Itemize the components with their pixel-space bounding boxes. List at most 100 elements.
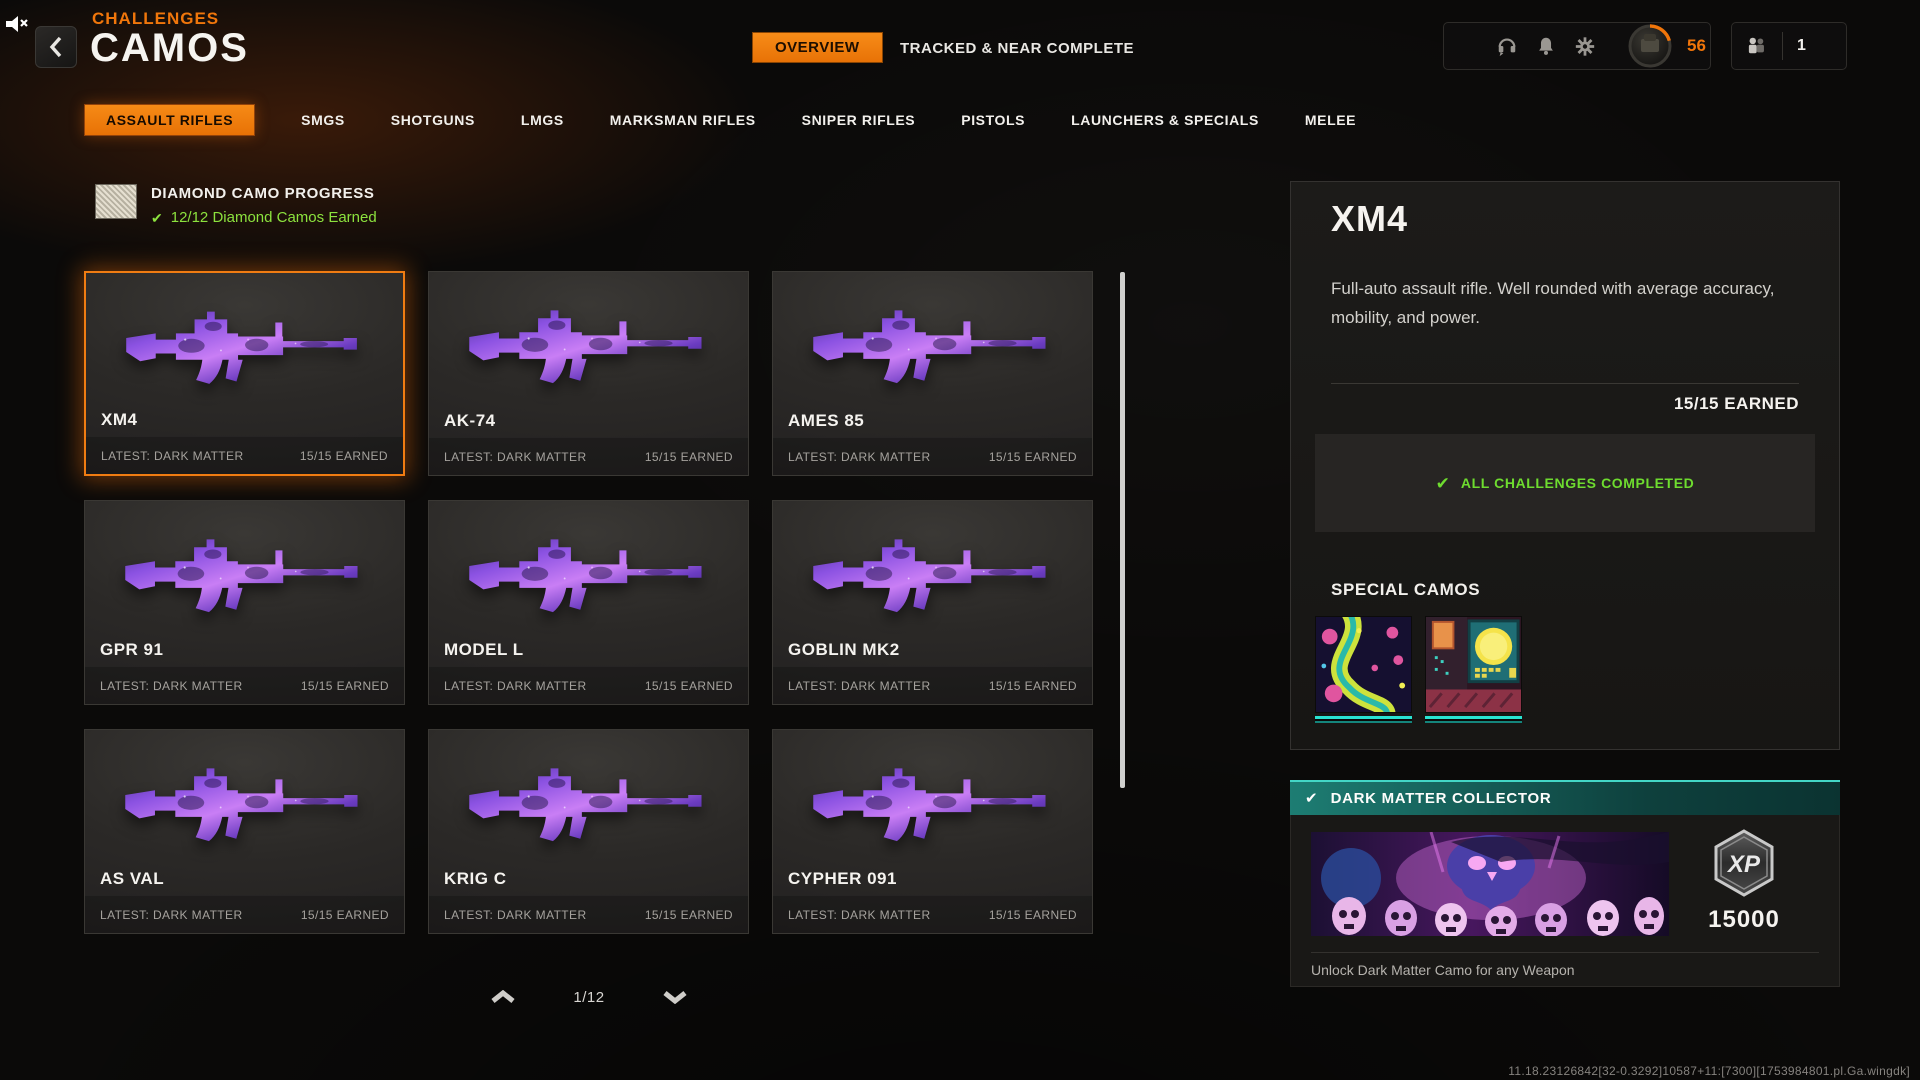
weapon-card[interactable]: XM4 LATEST: DARK MATTER 15/15 EARNED — [84, 271, 405, 476]
special-camo-2[interactable] — [1425, 616, 1522, 723]
camo-tile-underline — [1315, 716, 1412, 723]
tab-lmgs[interactable]: LMGS — [521, 112, 564, 128]
weapon-earned-count: 15/15 EARNED — [989, 679, 1077, 693]
page-down-button[interactable] — [660, 986, 690, 1008]
diamond-progress-status: ✔ 12/12 Diamond Camos Earned — [151, 209, 377, 226]
weapon-image — [443, 507, 734, 639]
tracked-near-complete-tab[interactable]: TRACKED & NEAR COMPLETE — [900, 40, 1134, 57]
weapon-latest-camo: LATEST: DARK MATTER — [444, 450, 587, 464]
weapon-image — [443, 736, 734, 868]
weapon-earned-count: 15/15 EARNED — [645, 450, 733, 464]
weapon-card-footer: LATEST: DARK MATTER 15/15 EARNED — [429, 895, 748, 933]
special-camo-1[interactable] — [1315, 616, 1412, 723]
weapon-card-footer: LATEST: DARK MATTER 15/15 EARNED — [773, 437, 1092, 475]
diamond-camo-thumbnail — [95, 184, 137, 219]
page-indicator: 1/12 — [573, 989, 604, 1006]
challenges-completed-text: ALL CHALLENGES COMPLETED — [1461, 475, 1694, 491]
xp-reward-badge: XP 15000 — [1691, 829, 1797, 934]
weapon-latest-camo: LATEST: DARK MATTER — [444, 679, 587, 693]
weapon-earned-count: 15/15 EARNED — [301, 908, 389, 922]
weapon-name: XM4 — [101, 410, 137, 430]
weapon-card[interactable]: KRIG C LATEST: DARK MATTER 15/15 EARNED — [428, 729, 749, 934]
weapon-card[interactable]: GPR 91 LATEST: DARK MATTER 15/15 EARNED — [84, 500, 405, 705]
weapon-card-footer: LATEST: DARK MATTER 15/15 EARNED — [773, 666, 1092, 704]
menu-grid-icon[interactable] — [1458, 35, 1479, 57]
check-icon: ✔ — [1436, 475, 1450, 492]
dark-matter-collector-banner: ✔ DARK MATTER COLLECTOR — [1290, 780, 1840, 815]
weapon-name: MODEL L — [444, 640, 524, 660]
tab-smgs[interactable]: SMGS — [301, 112, 345, 128]
dark-matter-collector-title: DARK MATTER COLLECTOR — [1331, 790, 1552, 807]
tab-sniper-rifles[interactable]: SNIPER RIFLES — [802, 112, 916, 128]
build-version: 11.18.23126842[32-0.3292]10587+11:[7300]… — [1508, 1064, 1910, 1078]
weapon-card-footer: LATEST: DARK MATTER 15/15 EARNED — [773, 895, 1092, 933]
weapon-earned-count: 15/15 EARNED — [989, 450, 1077, 464]
weapon-card-footer: LATEST: DARK MATTER 15/15 EARNED — [429, 666, 748, 704]
weapon-latest-camo: LATEST: DARK MATTER — [444, 908, 587, 922]
mute-audio-icon[interactable] — [4, 12, 30, 38]
xp-label: XP — [1726, 851, 1761, 878]
weapon-latest-camo: LATEST: DARK MATTER — [788, 679, 931, 693]
tab-pistols[interactable]: PISTOLS — [961, 112, 1025, 128]
weapon-earned-count: 15/15 EARNED — [645, 679, 733, 693]
weapon-card[interactable]: AK-74 LATEST: DARK MATTER 15/15 EARNED — [428, 271, 749, 476]
weapon-image — [100, 279, 389, 411]
check-icon: ✔ — [151, 211, 163, 225]
weapon-card[interactable]: AS VAL LATEST: DARK MATTER 15/15 EARNED — [84, 729, 405, 934]
detail-weapon-description: Full-auto assault rifle. Well rounded wi… — [1331, 274, 1809, 332]
weapon-card[interactable]: MODEL L LATEST: DARK MATTER 15/15 EARNED — [428, 500, 749, 705]
weapon-card-footer: LATEST: DARK MATTER 15/15 EARNED — [85, 895, 404, 933]
chat-headset-icon[interactable] — [1496, 35, 1518, 57]
weapon-earned-count: 15/15 EARNED — [989, 908, 1077, 922]
diamond-camo-progress: DIAMOND CAMO PROGRESS ✔ 12/12 Diamond Ca… — [95, 184, 377, 226]
page-up-button[interactable] — [488, 986, 518, 1008]
weapon-image — [443, 278, 734, 410]
weapon-name: GOBLIN MK2 — [788, 640, 900, 660]
weapon-earned-count: 15/15 EARNED — [300, 449, 388, 463]
weapon-image — [787, 507, 1078, 639]
weapon-latest-camo: LATEST: DARK MATTER — [788, 908, 931, 922]
diamond-progress-title: DIAMOND CAMO PROGRESS — [151, 185, 377, 202]
special-camos-label: SPECIAL CAMOS — [1331, 580, 1480, 600]
tab-launchers-specials[interactable]: LAUNCHERS & SPECIALS — [1071, 112, 1259, 128]
player-avatar[interactable] — [1630, 26, 1670, 66]
player-level: 56 — [1687, 36, 1706, 56]
dark-matter-artwork — [1311, 832, 1669, 936]
check-icon: ✔ — [1305, 791, 1318, 806]
tab-marksman-rifles[interactable]: MARKSMAN RIFLES — [610, 112, 756, 128]
tab-assault-rifles[interactable]: ASSAULT RIFLES — [84, 104, 255, 136]
page-title: CAMOS — [90, 26, 249, 71]
tab-shotguns[interactable]: SHOTGUNS — [391, 112, 475, 128]
party-widget[interactable]: 1 — [1731, 22, 1847, 70]
weapon-card[interactable]: AMES 85 LATEST: DARK MATTER 15/15 EARNED — [772, 271, 1093, 476]
weapon-detail-panel: XM4 Full-auto assault rifle. Well rounde… — [1290, 181, 1840, 750]
weapon-grid-scrollbar[interactable] — [1120, 272, 1125, 788]
detail-weapon-title: XM4 — [1331, 198, 1408, 240]
weapon-earned-count: 15/15 EARNED — [645, 908, 733, 922]
divider — [1782, 32, 1783, 60]
detail-earned-count: 15/15 EARNED — [1674, 394, 1799, 414]
diamond-progress-text: 12/12 Diamond Camos Earned — [171, 209, 377, 226]
weapon-name: AK-74 — [444, 411, 496, 431]
weapon-earned-count: 15/15 EARNED — [301, 679, 389, 693]
pagination: 1/12 — [488, 986, 690, 1008]
settings-gear-icon[interactable] — [1574, 35, 1596, 57]
weapon-card[interactable]: CYPHER 091 LATEST: DARK MATTER 15/15 EAR… — [772, 729, 1093, 934]
back-button[interactable] — [35, 26, 77, 68]
top-right-hud: 56 — [1443, 22, 1711, 70]
notifications-bell-icon[interactable] — [1535, 35, 1557, 57]
weapon-grid: XM4 LATEST: DARK MATTER 15/15 EARNED AK-… — [84, 271, 1093, 934]
challenges-completed-box: ✔ ALL CHALLENGES COMPLETED — [1315, 434, 1815, 532]
weapon-image — [99, 507, 390, 639]
camo-tile-underline — [1425, 716, 1522, 723]
weapon-class-tabs: ASSAULT RIFLES SMGS SHOTGUNS LMGS MARKSMAN R… — [84, 104, 1356, 136]
weapon-card[interactable]: GOBLIN MK2 LATEST: DARK MATTER 15/15 EAR… — [772, 500, 1093, 705]
dark-matter-collector-card: XP 15000 Unlock Dark Matter Camo for any… — [1290, 815, 1840, 987]
weapon-latest-camo: LATEST: DARK MATTER — [101, 449, 244, 463]
weapon-card-footer: LATEST: DARK MATTER 15/15 EARNED — [429, 437, 748, 475]
weapon-latest-camo: LATEST: DARK MATTER — [100, 679, 243, 693]
xp-reward-value: 15000 — [1691, 906, 1797, 934]
weapon-latest-camo: LATEST: DARK MATTER — [100, 908, 243, 922]
overview-tab-button[interactable]: OVERVIEW — [752, 32, 883, 63]
tab-melee[interactable]: MELEE — [1305, 112, 1356, 128]
